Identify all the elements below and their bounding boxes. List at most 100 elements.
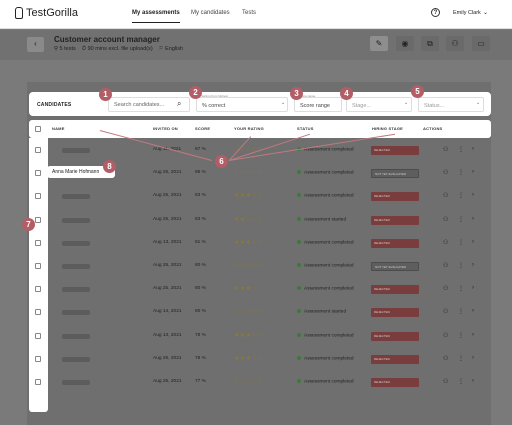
chevron-right-icon[interactable]: › xyxy=(472,285,474,291)
chevron-right-icon[interactable]: › xyxy=(472,262,474,268)
row-checkbox[interactable] xyxy=(35,309,41,315)
chevron-right-icon[interactable]: › xyxy=(472,308,474,314)
person-icon[interactable]: ⚇ xyxy=(443,378,448,385)
rating-stars[interactable]: ★★★☆☆ xyxy=(234,332,263,339)
preview-button[interactable]: ◉ xyxy=(396,36,414,51)
table-row[interactable]: Aug 25, 2021 80 % ☆☆☆☆☆ Assessment complete… xyxy=(50,255,491,278)
rating-stars[interactable]: ★★★☆☆ xyxy=(234,355,263,362)
table-row[interactable]: Aug 14, 2021 80 % ☆☆☆☆☆ Assessment started R… xyxy=(50,301,491,324)
chevron-right-icon[interactable]: › xyxy=(472,192,474,198)
column-invited-on[interactable]: INVITED ON xyxy=(153,126,178,131)
select-all-checkbox[interactable] xyxy=(35,126,41,132)
hiring-stage-select[interactable]: REJECTED xyxy=(371,192,419,201)
more-options-icon[interactable]: ⋮ xyxy=(458,239,464,246)
candidate-name-redacted[interactable] xyxy=(62,310,90,315)
person-icon[interactable]: ⚇ xyxy=(443,285,448,292)
row-checkbox[interactable] xyxy=(35,147,41,153)
table-row[interactable]: Aug 25, 2021 86 % ☆☆☆☆☆ Assessment complete… xyxy=(50,162,491,185)
more-options-icon[interactable]: ⋮ xyxy=(458,378,464,385)
candidate-name-redacted[interactable] xyxy=(62,218,90,223)
hiring-stage-select[interactable]: NOT YET EVALUATED xyxy=(371,169,419,178)
candidate-name-redacted[interactable] xyxy=(62,334,90,339)
column-your-rating[interactable]: YOUR RATING xyxy=(234,126,264,131)
column-status[interactable]: STATUS xyxy=(297,126,314,131)
more-options-icon[interactable]: ⋮ xyxy=(458,146,464,153)
help-icon[interactable]: ? xyxy=(431,8,440,17)
chevron-down-icon[interactable]: ⌄ xyxy=(483,9,488,16)
hiring-stage-select[interactable]: REJECTED xyxy=(371,355,419,364)
person-icon[interactable]: ⚇ xyxy=(443,192,448,199)
table-row[interactable]: Aug 25, 2021 80 % ★★★☆☆ Assessment complete… xyxy=(50,278,491,301)
person-icon[interactable]: ⚇ xyxy=(443,169,448,176)
stage-select[interactable]: Stage... xyxy=(346,97,412,112)
candidate-name-redacted[interactable] xyxy=(62,264,90,269)
more-options-icon[interactable]: ⋮ xyxy=(458,355,464,362)
candidate-name-redacted[interactable] xyxy=(62,287,90,292)
table-row[interactable]: Aug 13, 2021 81 % ★★★☆☆ Assessment complete… xyxy=(50,232,491,255)
row-checkbox[interactable] xyxy=(35,333,41,339)
rating-stars[interactable]: ★★☆☆☆ xyxy=(234,216,263,223)
sort-select[interactable]: % correct xyxy=(196,97,288,112)
candidate-name-redacted[interactable] xyxy=(62,241,90,246)
column-score[interactable]: SCORE xyxy=(195,126,210,131)
invite-candidates-button[interactable]: ⚇ xyxy=(446,36,464,51)
person-icon[interactable]: ⚇ xyxy=(443,262,448,269)
person-icon[interactable]: ⚇ xyxy=(443,216,448,223)
column-hiring-stage[interactable]: HIRING STAGE xyxy=(372,126,403,131)
row-checkbox[interactable] xyxy=(35,217,41,223)
hiring-stage-select[interactable]: REJECTED xyxy=(371,146,419,155)
hiring-stage-select[interactable]: REJECTED xyxy=(371,239,419,248)
score-range-select[interactable]: Score range xyxy=(294,97,342,112)
table-row[interactable]: Aug 25, 2021 83 % ★★★☆☆ Assessment complete… xyxy=(50,185,491,208)
user-menu-name[interactable]: Emily Clark xyxy=(453,10,481,16)
archive-button[interactable]: ▭ xyxy=(472,36,490,51)
rating-stars[interactable]: ☆☆☆☆☆ xyxy=(234,262,263,269)
chevron-right-icon[interactable]: › xyxy=(472,239,474,245)
chevron-right-icon[interactable]: › xyxy=(472,355,474,361)
more-options-icon[interactable]: ⋮ xyxy=(458,285,464,292)
table-row[interactable]: Aug 25, 2021 83 % ★★☆☆☆ Assessment started R… xyxy=(50,209,491,232)
person-icon[interactable]: ⚇ xyxy=(443,308,448,315)
chevron-right-icon[interactable]: › xyxy=(472,216,474,222)
table-row[interactable]: Aug 25, 2021 78 % ★★★☆☆ Assessment complete… xyxy=(50,348,491,371)
row-checkbox[interactable] xyxy=(35,240,41,246)
chevron-right-icon[interactable]: › xyxy=(472,146,474,152)
row-checkbox[interactable] xyxy=(35,170,41,176)
hiring-stage-select[interactable]: REJECTED xyxy=(371,332,419,341)
candidate-name-redacted[interactable] xyxy=(62,194,90,199)
rating-stars[interactable]: ☆☆☆☆☆ xyxy=(234,378,263,385)
duplicate-button[interactable]: ⧉ xyxy=(421,36,439,51)
more-options-icon[interactable]: ⋮ xyxy=(458,192,464,199)
person-icon[interactable]: ⚇ xyxy=(443,146,448,153)
candidate-name-redacted[interactable] xyxy=(62,357,90,362)
nav-tests[interactable]: Tests xyxy=(242,10,256,16)
rating-stars[interactable]: ☆☆☆☆☆ xyxy=(234,169,263,176)
table-row[interactable]: Aug 13, 2021 78 % ★★★☆☆ Assessment complete… xyxy=(50,325,491,348)
edit-button[interactable]: ✎ xyxy=(370,36,388,51)
row-checkbox[interactable] xyxy=(35,286,41,292)
more-options-icon[interactable]: ⋮ xyxy=(458,216,464,223)
chevron-right-icon[interactable]: › xyxy=(472,332,474,338)
nav-my-candidates[interactable]: My candidates xyxy=(191,10,230,16)
table-row[interactable]: Aug 11, 2021 87 % ☆☆☆☆☆ Assessment complete… xyxy=(50,139,491,162)
back-button[interactable]: ‹ xyxy=(27,37,44,52)
table-row[interactable]: Aug 25, 2021 77 % ☆☆☆☆☆ Assessment complete… xyxy=(50,371,491,394)
hiring-stage-select[interactable]: REJECTED xyxy=(371,378,419,387)
person-icon[interactable]: ⚇ xyxy=(443,332,448,339)
rating-stars[interactable]: ★★★☆☆ xyxy=(234,192,263,199)
row-checkbox[interactable] xyxy=(35,193,41,199)
row-checkbox[interactable] xyxy=(35,356,41,362)
more-options-icon[interactable]: ⋮ xyxy=(458,262,464,269)
person-icon[interactable]: ⚇ xyxy=(443,239,448,246)
hiring-stage-select[interactable]: NOT YET EVALUATED xyxy=(371,262,419,271)
row-checkbox[interactable] xyxy=(35,379,41,385)
rating-stars[interactable]: ☆☆☆☆☆ xyxy=(234,308,263,315)
testgorilla-logo[interactable]: Test Gorilla xyxy=(15,7,78,19)
chevron-right-icon[interactable]: › xyxy=(472,378,474,384)
hiring-stage-select[interactable]: REJECTED xyxy=(371,285,419,294)
nav-my-assessments[interactable]: My assessments xyxy=(132,10,180,23)
person-icon[interactable]: ⚇ xyxy=(443,355,448,362)
search-icon[interactable]: ⌕ xyxy=(177,99,181,109)
chevron-right-icon[interactable]: › xyxy=(472,169,474,175)
hiring-stage-select[interactable]: REJECTED xyxy=(371,216,419,225)
